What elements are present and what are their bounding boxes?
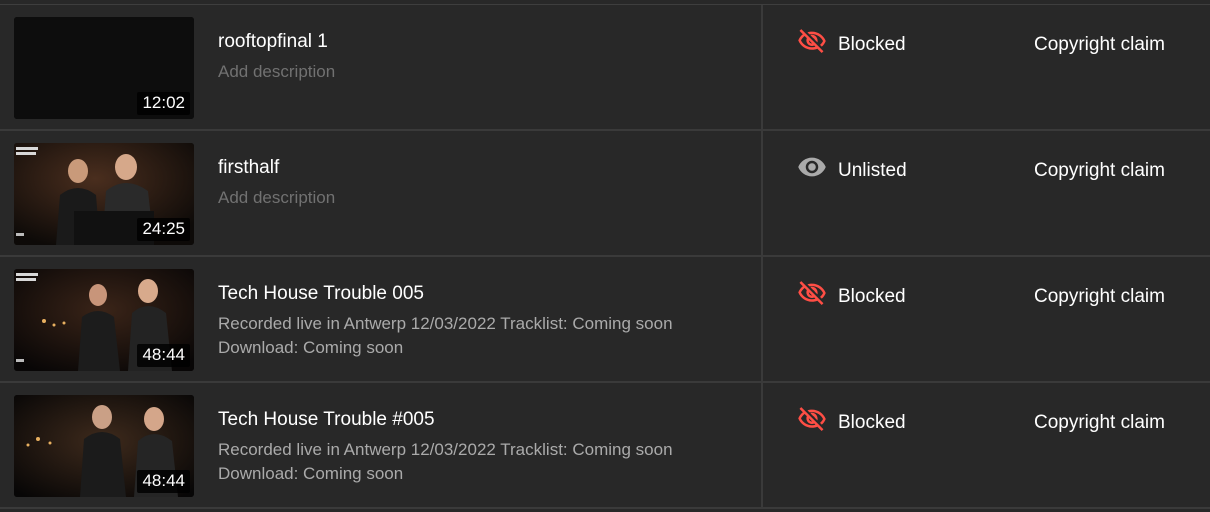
restriction-status[interactable]: Copyright claim [1034, 159, 1165, 183]
video-thumbnail[interactable]: 48:44 [14, 269, 194, 371]
video-thumbnail[interactable]: 24:25 [14, 143, 194, 245]
visibility-status[interactable]: Blocked [838, 411, 906, 435]
video-title[interactable]: Tech House Trouble 005 [218, 282, 424, 306]
video-duration: 24:25 [137, 218, 190, 241]
video-row[interactable]: 48:44 Tech House Trouble 005 Recorded li… [0, 257, 1210, 383]
video-row[interactable]: 48:44 Tech House Trouble #005 Recorded l… [0, 383, 1210, 509]
column-divider [761, 257, 763, 381]
video-thumbnail[interactable]: 12:02 [14, 17, 194, 119]
eye-off-icon [798, 29, 826, 53]
video-row[interactable]: 12:02 rooftopfinal 1 Add description Blo… [0, 5, 1210, 131]
video-title[interactable]: Tech House Trouble #005 [218, 408, 435, 432]
video-list: 12:02 rooftopfinal 1 Add description Blo… [0, 0, 1210, 512]
video-description[interactable]: Add description [218, 186, 738, 210]
video-duration: 48:44 [137, 470, 190, 493]
video-thumbnail[interactable]: 48:44 [14, 395, 194, 497]
column-divider [761, 131, 763, 255]
restriction-status[interactable]: Copyright claim [1034, 285, 1165, 309]
eye-off-icon [798, 281, 826, 305]
video-row[interactable]: 24:25 firsthalf Add description Unlisted… [0, 131, 1210, 257]
eye-icon [798, 157, 826, 177]
eye-off-icon [798, 407, 826, 431]
restriction-status[interactable]: Copyright claim [1034, 411, 1165, 435]
video-description[interactable]: Recorded live in Antwerp 12/03/2022 Trac… [218, 438, 738, 486]
visibility-status[interactable]: Unlisted [838, 159, 907, 183]
video-description[interactable]: Recorded live in Antwerp 12/03/2022 Trac… [218, 312, 738, 360]
video-duration: 48:44 [137, 344, 190, 367]
visibility-status[interactable]: Blocked [838, 33, 906, 57]
restriction-status[interactable]: Copyright claim [1034, 33, 1165, 57]
visibility-status[interactable]: Blocked [838, 285, 906, 309]
column-divider [761, 5, 763, 129]
video-duration: 12:02 [137, 92, 190, 115]
video-description[interactable]: Add description [218, 60, 738, 84]
column-divider [761, 383, 763, 507]
video-title[interactable]: rooftopfinal 1 [218, 30, 328, 54]
video-title[interactable]: firsthalf [218, 156, 279, 180]
